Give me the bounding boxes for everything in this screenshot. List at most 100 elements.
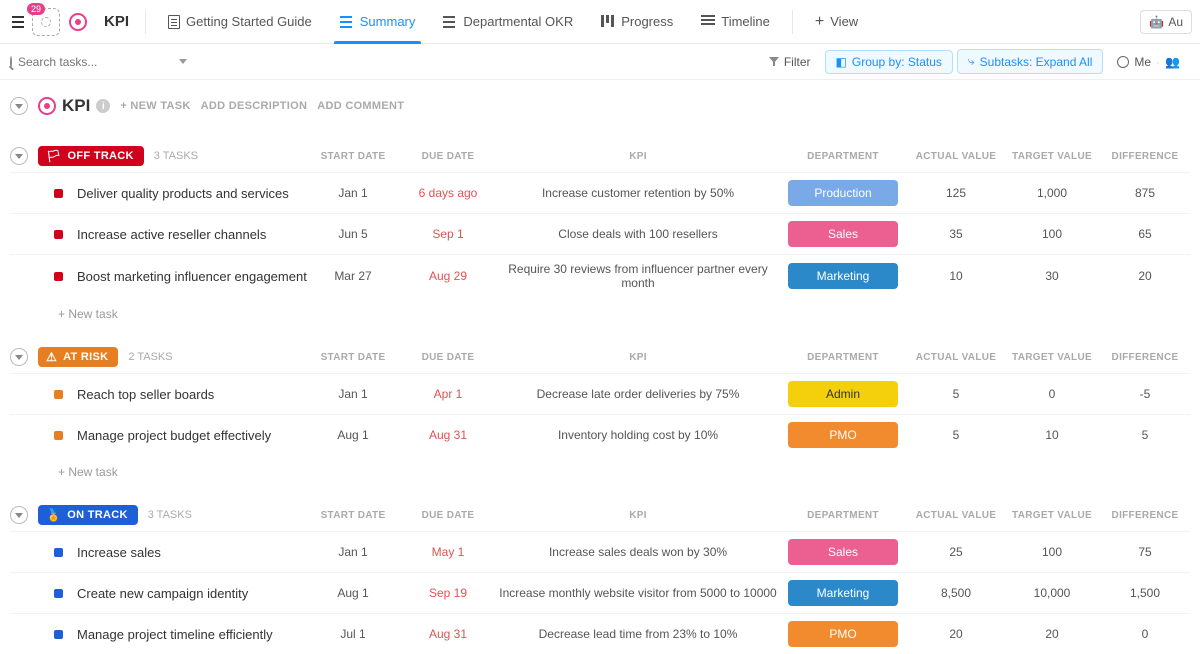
status-square[interactable]	[54, 589, 63, 598]
new-task-button[interactable]: + NEW TASK	[120, 100, 190, 112]
task-name[interactable]: Reach top seller boards	[77, 387, 308, 402]
department-cell[interactable]: Admin	[778, 381, 908, 407]
difference-cell[interactable]: 20	[1100, 269, 1190, 283]
target-value-cell[interactable]: 0	[1004, 387, 1100, 401]
target-value-cell[interactable]: 30	[1004, 269, 1100, 283]
task-row[interactable]: Boost marketing influencer engagement Ma…	[10, 254, 1190, 297]
add-view-button[interactable]: + View	[801, 0, 872, 44]
department-cell[interactable]: Production	[778, 180, 908, 206]
target-value-cell[interactable]: 1,000	[1004, 186, 1100, 200]
task-row[interactable]: Create new campaign identity Aug 1 Sep 1…	[10, 572, 1190, 613]
difference-cell[interactable]: 1,500	[1100, 586, 1190, 600]
due-date-cell[interactable]: Sep 1	[398, 227, 498, 241]
target-value-cell[interactable]: 100	[1004, 227, 1100, 241]
actual-value-cell[interactable]: 125	[908, 186, 1004, 200]
start-date-cell[interactable]: Aug 1	[308, 428, 398, 442]
due-date-cell[interactable]: May 1	[398, 545, 498, 559]
target-value-cell[interactable]: 20	[1004, 627, 1100, 641]
actual-value-cell[interactable]: 20	[908, 627, 1004, 641]
group-collapse-button[interactable]	[10, 147, 28, 165]
chevron-down-icon[interactable]	[179, 59, 187, 64]
difference-cell[interactable]: -5	[1100, 387, 1190, 401]
target-value-cell[interactable]: 10,000	[1004, 586, 1100, 600]
department-cell[interactable]: PMO	[778, 422, 908, 448]
task-name[interactable]: Manage project timeline efficiently	[77, 627, 308, 642]
group-collapse-button[interactable]	[10, 348, 28, 366]
kpi-cell[interactable]: Decrease late order deliveries by 75%	[498, 387, 778, 401]
start-date-cell[interactable]: Jan 1	[308, 186, 398, 200]
target-value-cell[interactable]: 100	[1004, 545, 1100, 559]
subtasks-button[interactable]: ⤷ Subtasks: Expand All	[957, 49, 1103, 74]
kpi-cell[interactable]: Inventory holding cost by 10%	[498, 428, 778, 442]
difference-cell[interactable]: 65	[1100, 227, 1190, 241]
difference-cell[interactable]: 75	[1100, 545, 1190, 559]
department-cell[interactable]: Marketing	[778, 263, 908, 289]
info-icon[interactable]: i	[96, 99, 110, 113]
actual-value-cell[interactable]: 5	[908, 387, 1004, 401]
group-collapse-button[interactable]	[10, 506, 28, 524]
me-button[interactable]: Me · 👥	[1107, 51, 1190, 73]
filter-button[interactable]: Filter	[759, 51, 821, 73]
tab-timeline[interactable]: Timeline	[687, 0, 784, 44]
difference-cell[interactable]: 5	[1100, 428, 1190, 442]
start-date-cell[interactable]: Jul 1	[308, 627, 398, 641]
start-date-cell[interactable]: Mar 27	[308, 269, 398, 283]
new-task-button[interactable]: New task	[10, 455, 1190, 485]
department-cell[interactable]: PMO	[778, 621, 908, 647]
task-name[interactable]: Boost marketing influencer engagement	[77, 269, 308, 284]
task-row[interactable]: Increase sales Jan 1 May 1 Increase sale…	[10, 531, 1190, 572]
due-date-cell[interactable]: Aug 31	[398, 428, 498, 442]
group-status-badge[interactable]: 🏳 OFF TRACK	[38, 146, 144, 166]
status-square[interactable]	[54, 189, 63, 198]
tab-summary[interactable]: Summary	[326, 0, 430, 44]
tab-progress[interactable]: Progress	[587, 0, 687, 44]
actual-value-cell[interactable]: 8,500	[908, 586, 1004, 600]
start-date-cell[interactable]: Jun 5	[308, 227, 398, 241]
actual-value-cell[interactable]: 5	[908, 428, 1004, 442]
task-name[interactable]: Increase active reseller channels	[77, 227, 308, 242]
groupby-button[interactable]: ◧ Group by: Status	[825, 50, 953, 74]
department-cell[interactable]: Sales	[778, 221, 908, 247]
people-icon[interactable]: 👥	[1165, 55, 1180, 69]
tab-departmental-okr[interactable]: Departmental OKR	[429, 0, 587, 44]
status-square[interactable]	[54, 548, 63, 557]
actual-value-cell[interactable]: 10	[908, 269, 1004, 283]
difference-cell[interactable]: 875	[1100, 186, 1190, 200]
new-task-button[interactable]: New task	[10, 297, 1190, 327]
add-comment-button[interactable]: ADD COMMENT	[317, 100, 404, 112]
due-date-cell[interactable]: 6 days ago	[398, 186, 498, 200]
due-date-cell[interactable]: Apr 1	[398, 387, 498, 401]
task-row[interactable]: Deliver quality products and services Ja…	[10, 172, 1190, 213]
start-date-cell[interactable]: Jan 1	[308, 545, 398, 559]
task-name[interactable]: Manage project budget effectively	[77, 428, 308, 443]
actual-value-cell[interactable]: 35	[908, 227, 1004, 241]
kpi-cell[interactable]: Decrease lead time from 23% to 10%	[498, 627, 778, 641]
department-cell[interactable]: Marketing	[778, 580, 908, 606]
collapse-all-button[interactable]	[10, 97, 28, 115]
task-name[interactable]: Create new campaign identity	[77, 586, 308, 601]
difference-cell[interactable]: 0	[1100, 627, 1190, 641]
task-row[interactable]: Increase active reseller channels Jun 5 …	[10, 213, 1190, 254]
group-status-badge[interactable]: 🏅 ON TRACK	[38, 505, 138, 525]
status-square[interactable]	[54, 272, 63, 281]
department-cell[interactable]: Sales	[778, 539, 908, 565]
kpi-cell[interactable]: Increase customer retention by 50%	[498, 186, 778, 200]
target-value-cell[interactable]: 10	[1004, 428, 1100, 442]
automation-button[interactable]: 🤖 Au	[1140, 10, 1192, 34]
kpi-cell[interactable]: Increase sales deals won by 30%	[498, 545, 778, 559]
status-square[interactable]	[54, 390, 63, 399]
task-row[interactable]: Reach top seller boards Jan 1 Apr 1 Decr…	[10, 373, 1190, 414]
task-name[interactable]: Increase sales	[77, 545, 308, 560]
status-square[interactable]	[54, 230, 63, 239]
start-date-cell[interactable]: Jan 1	[308, 387, 398, 401]
kpi-cell[interactable]: Increase monthly website visitor from 50…	[498, 586, 778, 600]
tab-getting-started-guide[interactable]: Getting Started Guide	[154, 0, 326, 44]
due-date-cell[interactable]: Aug 29	[398, 269, 498, 283]
status-square[interactable]	[54, 630, 63, 639]
kpi-cell[interactable]: Require 30 reviews from influencer partn…	[498, 262, 778, 290]
task-name[interactable]: Deliver quality products and services	[77, 186, 308, 201]
group-status-badge[interactable]: ⚠ AT RISK	[38, 347, 118, 367]
actual-value-cell[interactable]: 25	[908, 545, 1004, 559]
search-input[interactable]	[18, 55, 173, 69]
kpi-cell[interactable]: Close deals with 100 resellers	[498, 227, 778, 241]
